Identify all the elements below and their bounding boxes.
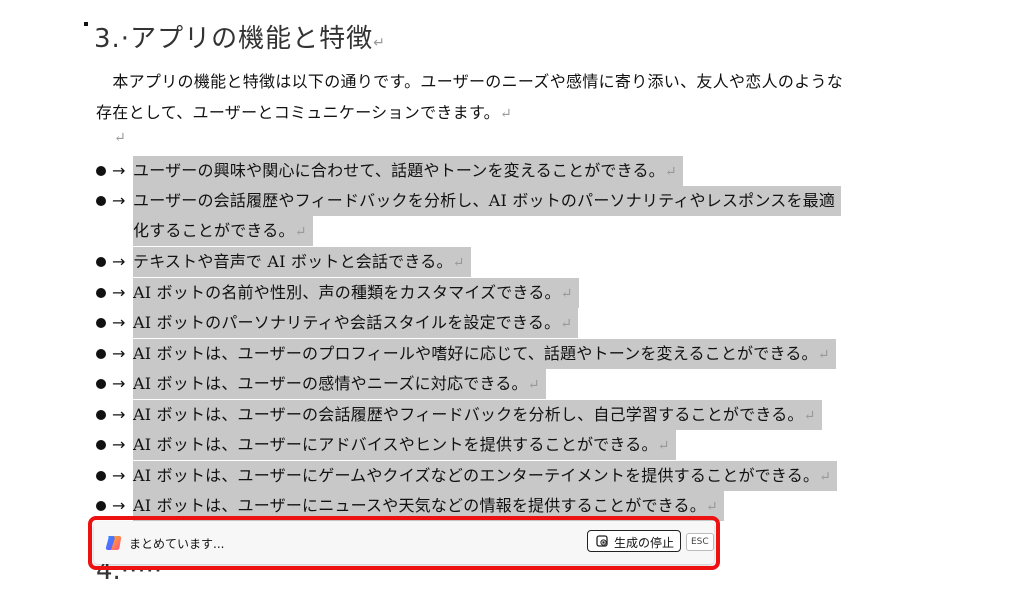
intro-line-2[interactable]: 存在として、ユーザーとコミュニケーションできます。↵ bbox=[96, 99, 512, 123]
section-heading[interactable]: 3.·アプリの機能と特徴↵ bbox=[94, 18, 386, 55]
tab-arrow-mark: → bbox=[112, 435, 126, 454]
list-item-text: ユーザーの興味や関心に合わせて、話題やトーンを変えることができる。 bbox=[133, 161, 665, 180]
list-item-text: AI ボットは、ユーザーにアドバイスやヒントを提供することができる。 bbox=[133, 435, 658, 454]
red-highlight-annotation bbox=[88, 516, 720, 570]
paragraph-mark: ↵ bbox=[452, 255, 465, 271]
list-item-text: AI ボットは、ユーザーの感情やニーズに対応できる。 bbox=[133, 374, 528, 393]
tab-arrow-mark: → bbox=[112, 283, 126, 302]
paragraph-mark: ↵ bbox=[817, 347, 830, 363]
tab-arrow-mark: → bbox=[112, 405, 126, 424]
list-item-text: AI ボットの名前や性別、声の種類をカスタマイズできる。 bbox=[133, 283, 561, 302]
selected-text[interactable]: ユーザーの会話履歴やフィードバックを分析し、AI ボットのパーソナリティやレスポ… bbox=[133, 186, 842, 216]
heading-format-mark bbox=[84, 22, 88, 26]
selected-text[interactable]: AI ボットは、ユーザーにゲームやクイズなどのエンターテイメントを提供することが… bbox=[133, 461, 838, 491]
paragraph-mark: ↵ bbox=[803, 408, 816, 424]
intro-line-2-text: 存在として、ユーザーとコミュニケーションできます。 bbox=[96, 103, 500, 122]
bullet-dot bbox=[96, 410, 106, 420]
list-item-text: AI ボットは、ユーザーにニュースや天気などの情報を提供することができる。 bbox=[133, 496, 706, 515]
bullet-dot bbox=[96, 196, 106, 206]
selected-text[interactable]: AI ボットは、ユーザーの会話履歴やフィードバックを分析し、自己学習することがで… bbox=[133, 400, 822, 430]
tab-arrow-mark: → bbox=[112, 313, 126, 332]
paragraph-mark: ↵ bbox=[294, 224, 307, 240]
tab-arrow-mark: → bbox=[112, 466, 126, 485]
intro-line-1[interactable]: 本アプリの機能と特徴は以下の通りです。ユーザーのニーズや感情に寄り添い、友人や恋… bbox=[96, 68, 843, 92]
selected-text[interactable]: 化することができる。↵ bbox=[133, 216, 313, 246]
paragraph-mark: ↵ bbox=[657, 438, 670, 454]
list-item-text: AI ボットは、ユーザーにゲームやクイズなどのエンターテイメントを提供することが… bbox=[133, 466, 820, 485]
selected-text[interactable]: AI ボットは、ユーザーのプロフィールや嗜好に応じて、話題やトーンを変えることが… bbox=[133, 339, 836, 369]
list-item-text: AI ボットは、ユーザーのプロフィールや嗜好に応じて、話題やトーンを変えることが… bbox=[133, 344, 818, 363]
intro-line-1-text: 本アプリの機能と特徴は以下の通りです。ユーザーのニーズや感情に寄り添い、友人や恋… bbox=[112, 72, 844, 91]
selected-text[interactable]: AI ボットは、ユーザーにアドバイスやヒントを提供することができる。↵ bbox=[133, 430, 676, 460]
tab-arrow-mark: → bbox=[112, 161, 126, 180]
bullet-dot bbox=[96, 379, 106, 389]
empty-paragraph-mark: ↵ bbox=[114, 130, 126, 146]
list-item-text: AI ボットのパーソナリティや会話スタイルを設定できる。 bbox=[133, 313, 561, 332]
list-item-text: テキストや音声で AI ボットと会話できる。 bbox=[133, 252, 453, 271]
selected-text[interactable]: ユーザーの興味や関心に合わせて、話題やトーンを変えることができる。↵ bbox=[133, 156, 683, 186]
bullet-dot bbox=[96, 166, 106, 176]
selected-text[interactable]: テキストや音声で AI ボットと会話できる。↵ bbox=[133, 247, 471, 277]
paragraph-mark: ↵ bbox=[664, 164, 677, 180]
paragraph-mark: ↵ bbox=[819, 469, 832, 485]
section-heading-text: 3.·アプリの機能と特徴 bbox=[94, 24, 374, 54]
paragraph-mark: ↵ bbox=[373, 35, 386, 51]
tab-arrow-mark: → bbox=[112, 191, 126, 210]
selected-text[interactable]: AI ボットのパーソナリティや会話スタイルを設定できる。↵ bbox=[133, 308, 579, 338]
paragraph-mark: ↵ bbox=[560, 316, 573, 332]
paragraph-mark: ↵ bbox=[560, 286, 573, 302]
tab-arrow-mark: → bbox=[112, 374, 126, 393]
paragraph-mark: ↵ bbox=[499, 106, 513, 122]
bullet-dot bbox=[96, 257, 106, 267]
selected-text[interactable]: AI ボットの名前や性別、声の種類をカスタマイズできる。↵ bbox=[133, 278, 579, 308]
list-item-text: 化することができる。 bbox=[133, 221, 295, 240]
tab-arrow-mark: → bbox=[112, 344, 126, 363]
bullet-dot bbox=[96, 349, 106, 359]
tab-arrow-mark: → bbox=[112, 496, 126, 515]
bullet-dot bbox=[96, 440, 106, 450]
bullet-dot bbox=[96, 288, 106, 298]
paragraph-mark: ↵ bbox=[705, 499, 718, 515]
bullet-dot bbox=[96, 471, 106, 481]
bullet-dot bbox=[96, 318, 106, 328]
selected-text[interactable]: AI ボットは、ユーザーの感情やニーズに対応できる。↵ bbox=[133, 369, 546, 399]
bullet-dot bbox=[96, 501, 106, 511]
tab-arrow-mark: → bbox=[112, 252, 126, 271]
list-item-text: ユーザーの会話履歴やフィードバックを分析し、AI ボットのパーソナリティやレスポ… bbox=[133, 191, 836, 210]
paragraph-mark: ↵ bbox=[527, 377, 540, 393]
list-item-text: AI ボットは、ユーザーの会話履歴やフィードバックを分析し、自己学習することがで… bbox=[133, 405, 804, 424]
